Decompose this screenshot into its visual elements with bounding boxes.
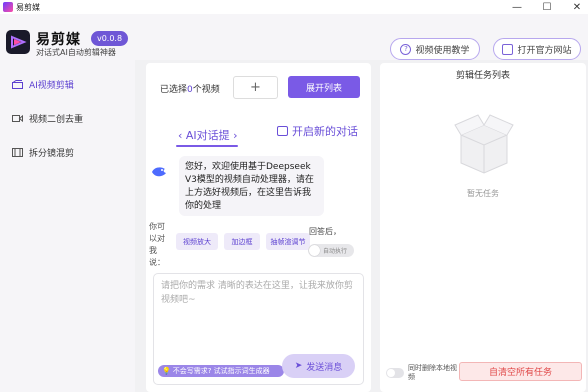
delete-local-toggle[interactable] [386, 368, 404, 378]
sidebar-item-split-remix[interactable]: 拆分镜混剪 [0, 142, 130, 162]
film-clip-icon [12, 79, 23, 89]
selected-count-text: 已选择0个视频 [160, 82, 220, 95]
sidebar: AI视频剪辑 视频二创去重 拆分镜混剪 [0, 60, 135, 392]
empty-box-icon [454, 114, 514, 174]
external-link-icon [502, 43, 514, 55]
add-video-button[interactable]: + [233, 76, 278, 99]
suggestion-chip-upscale[interactable]: 视频放大 [176, 233, 218, 250]
minimize-icon[interactable]: — [512, 2, 522, 13]
suggestion-label: 你可以对我说： [149, 222, 165, 267]
clear-all-tasks-button[interactable]: 自清空所有任务 [459, 362, 582, 381]
website-button[interactable]: 打开官方网站 [493, 38, 581, 60]
brand-name: 易剪媒 [36, 32, 81, 48]
film-strip-icon [12, 147, 23, 157]
tutorial-button-label: 视频使用教学 [415, 45, 470, 56]
chat-panel: 已选择0个视频 + 展开列表 ‹ AI对话提 › 开启新的对话 您好，欢迎使用基… [146, 63, 371, 392]
lightbulb-icon: 💡 [162, 367, 171, 375]
sidebar-item-video-dedupe[interactable]: 视频二创去重 [0, 108, 130, 128]
tutorial-button[interactable]: ? 视频使用教学 [390, 38, 480, 60]
window-controls: — ☐ ✕ [512, 0, 582, 14]
toggle-knob [309, 245, 320, 256]
toggle-knob [387, 369, 395, 377]
send-message-button[interactable]: ➤ 发送消息 [282, 354, 355, 378]
question-icon: ? [400, 43, 412, 55]
auto-run-toggle[interactable]: 自动执行 [308, 244, 354, 257]
brand-logo-icon [6, 30, 30, 54]
selected-suffix: 个视频 [192, 85, 220, 95]
expand-list-button[interactable]: 展开列表 [288, 76, 360, 98]
new-chat-button[interactable]: 开启新的对话 [277, 123, 358, 139]
suggestion-chip-frames[interactable]: 抽帧渲调节 [266, 233, 310, 250]
window-titlebar: 易剪媒 — ☐ ✕ [0, 0, 588, 14]
empty-state-text: 暂无任务 [467, 189, 499, 198]
sidebar-item-ai-video-edit[interactable]: AI视频剪辑 [0, 74, 130, 94]
prompt-hint-label: 不会写需求? 试试指示词生成器 [172, 367, 270, 375]
task-list-title: 剪辑任务列表 [455, 71, 510, 81]
auto-run-label: 自动执行 [323, 248, 348, 255]
tab-ai-chat[interactable]: ‹ AI对话提 › [178, 127, 238, 143]
after-reply-label: 回答后， [309, 227, 341, 236]
version-badge: v0.0.8 [91, 31, 128, 46]
app-header: 易剪媒 v0.0.8 对话式AI自动剪辑神器 ? 视频使用教学 打开官方网站 [0, 14, 588, 60]
deepseek-whale-icon [152, 167, 166, 177]
task-panel: 剪辑任务列表 暂无任务 同时删除本地视频 自清空所有任务 [380, 63, 586, 392]
maximize-icon[interactable]: ☐ [542, 2, 552, 13]
sidebar-item-label: 拆分镜混剪 [29, 148, 75, 159]
send-icon: ➤ [294, 361, 303, 371]
website-button-label: 打开官方网站 [517, 45, 572, 56]
close-icon[interactable]: ✕ [572, 2, 582, 13]
sidebar-item-label: AI视频剪辑 [29, 80, 74, 91]
delete-local-label: 同时删除本地视频 [408, 364, 457, 381]
send-label: 发送消息 [306, 362, 343, 373]
prompt-generator-hint[interactable]: 💡 不会写需求? 试试指示词生成器 [158, 365, 284, 377]
tab-underline [176, 145, 238, 147]
welcome-message: 您好，欢迎使用基于Deepseek V3模型的视频自动处理器，请在上方选好视频后… [179, 156, 324, 216]
chat-icon [277, 126, 288, 136]
window-title: 易剪媒 [16, 2, 40, 12]
new-chat-label: 开启新的对话 [292, 125, 358, 138]
app-logo-icon [3, 2, 13, 12]
sidebar-item-label: 视频二创去重 [29, 114, 84, 125]
selected-prefix: 已选择 [160, 85, 188, 95]
suggestion-chip-border[interactable]: 加边框 [224, 233, 260, 250]
video-camera-icon [12, 114, 23, 122]
brand-tagline: 对话式AI自动剪辑神器 [36, 48, 116, 57]
